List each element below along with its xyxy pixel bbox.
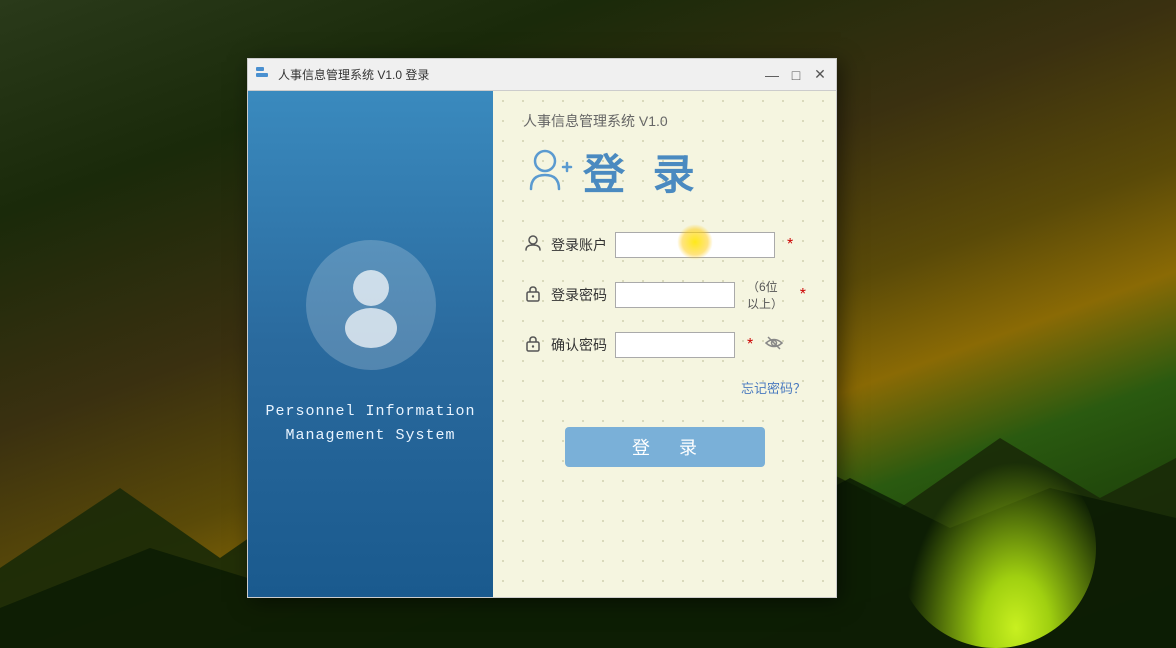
username-input[interactable]	[615, 232, 775, 258]
minimize-button[interactable]: —	[764, 67, 780, 83]
login-title: 登 录	[583, 141, 703, 202]
username-label: 登录账户	[551, 235, 607, 255]
close-button[interactable]: ✕	[812, 67, 828, 83]
system-name: Personnel Information Management System	[265, 400, 475, 448]
avatar-icon	[326, 260, 416, 350]
app-window: 人事信息管理系统 V1.0 登录 — □ ✕ Personnel Informa…	[247, 58, 837, 598]
password-required: *	[800, 286, 806, 304]
confirm-password-label: 确认密码	[551, 335, 607, 355]
avatar	[306, 240, 436, 370]
eye-toggle-icon[interactable]	[765, 334, 783, 357]
tent-glow	[896, 448, 1096, 648]
window-controls: — □ ✕	[764, 67, 828, 83]
login-person-icon	[523, 147, 573, 197]
left-panel: Personnel Information Management System	[248, 91, 493, 597]
password-hint: （6位以上）	[747, 278, 788, 312]
login-header: 登 录	[523, 141, 806, 202]
app-icon	[256, 67, 272, 83]
app-title: 人事信息管理系统 V1.0	[523, 111, 806, 131]
password-input[interactable]	[615, 282, 735, 308]
lock-icon	[523, 284, 543, 307]
username-required: *	[787, 236, 793, 254]
lock2-icon	[523, 334, 543, 357]
confirm-password-row: 确认密码 *	[523, 332, 806, 358]
right-panel: 人事信息管理系统 V1.0 登 录 登	[493, 91, 836, 597]
confirm-password-input[interactable]	[615, 332, 735, 358]
maximize-button[interactable]: □	[788, 67, 804, 83]
window-body: Personnel Information Management System …	[248, 91, 836, 597]
title-bar: 人事信息管理系统 V1.0 登录 — □ ✕	[248, 59, 836, 91]
user-icon	[523, 234, 543, 257]
confirm-password-required: *	[747, 336, 753, 354]
forgot-password-link[interactable]: 忘记密码？	[523, 378, 806, 397]
username-field-wrapper	[615, 232, 775, 258]
password-row: 登录密码 （6位以上） *	[523, 278, 806, 312]
username-row: 登录账户 *	[523, 232, 806, 258]
password-label: 登录密码	[551, 285, 607, 305]
window-title: 人事信息管理系统 V1.0 登录	[278, 66, 764, 83]
login-button[interactable]: 登 录	[565, 427, 765, 467]
